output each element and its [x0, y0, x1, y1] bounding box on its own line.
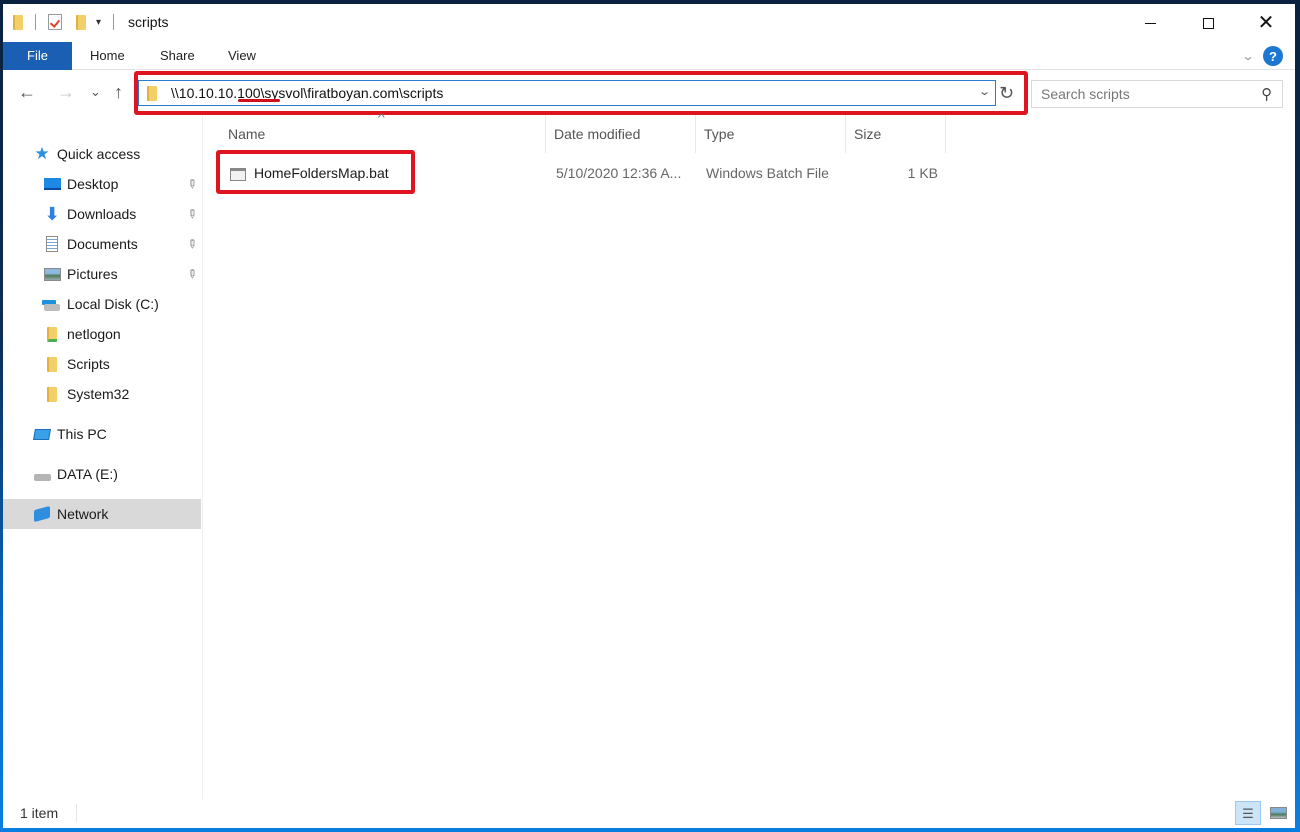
address-highlight-annotation — [134, 71, 1028, 115]
download-icon: ⬇ — [44, 203, 60, 224]
quick-access-toolbar: ▾ scripts — [13, 14, 168, 30]
search-placeholder: Search scripts — [1041, 86, 1130, 102]
large-icons-view-icon — [1269, 807, 1287, 819]
file-list-pane: ^ Name Date modified Type Size HomeFolde… — [204, 113, 1295, 799]
file-date-cell: 5/10/2020 12:36 A... — [556, 165, 682, 181]
network-icon — [33, 505, 51, 523]
star-icon: ★ — [34, 144, 50, 163]
sidebar-item-documents[interactable]: Documents ✎ — [3, 229, 201, 259]
file-size-cell: 1 KB — [907, 165, 938, 181]
pin-icon[interactable]: ✎ — [183, 265, 200, 282]
file-explorer-window: ▾ scripts ✕ File Home Share View ⌄ ? ← →… — [3, 4, 1295, 828]
close-button[interactable]: ✕ — [1237, 4, 1295, 42]
sidebar-item-label: Downloads — [67, 206, 137, 222]
tab-share[interactable]: Share — [160, 42, 195, 70]
back-button[interactable]: ← — [18, 83, 36, 101]
customize-toolbar-icon[interactable]: ▾ — [96, 17, 101, 28]
details-view-icon: ☰ — [1242, 805, 1254, 821]
sidebar-item-netlogon[interactable]: netlogon — [3, 319, 201, 349]
column-header-size[interactable]: Size — [846, 115, 946, 153]
details-view-button[interactable]: ☰ — [1235, 801, 1261, 825]
ribbon-right: ⌄ ? — [1241, 46, 1283, 66]
divider — [113, 14, 115, 30]
drive-icon — [33, 465, 51, 483]
sidebar-item-label: Desktop — [67, 176, 119, 192]
pin-icon[interactable]: ✎ — [183, 175, 200, 192]
file-highlight-annotation — [216, 150, 415, 194]
sidebar-item-downloads[interactable]: ⬇ Downloads ✎ — [3, 199, 201, 229]
tab-view[interactable]: View — [228, 42, 256, 70]
sidebar-item-label: DATA (E:) — [57, 466, 118, 482]
sidebar-item-quick-access[interactable]: ★ Quick access — [3, 139, 201, 169]
large-icons-view-button[interactable] — [1265, 801, 1291, 825]
status-bar: 1 item ☰ — [3, 799, 1295, 828]
window-controls: ✕ — [1121, 4, 1295, 42]
network-folder-icon — [43, 325, 61, 343]
column-header-date-modified[interactable]: Date modified — [546, 115, 696, 153]
sidebar-item-data-e[interactable]: DATA (E:) — [3, 459, 201, 489]
tab-home[interactable]: Home — [90, 42, 125, 70]
pictures-icon — [43, 265, 61, 283]
divider — [76, 804, 77, 822]
sidebar-item-label: Network — [57, 506, 109, 522]
refresh-button[interactable]: ↻ — [999, 83, 1014, 104]
properties-icon[interactable] — [48, 14, 62, 30]
sidebar-item-this-pc[interactable]: This PC — [3, 419, 201, 449]
sidebar-item-scripts[interactable]: Scripts — [3, 349, 201, 379]
column-header-name[interactable]: Name — [220, 115, 546, 153]
sidebar-item-pictures[interactable]: Pictures ✎ — [3, 259, 201, 289]
window-title: scripts — [128, 14, 169, 30]
folder-icon — [43, 355, 61, 373]
sidebar-item-label: Scripts — [67, 356, 110, 372]
document-icon — [43, 235, 61, 253]
column-header-type[interactable]: Type — [696, 115, 846, 153]
folder-icon — [43, 385, 61, 403]
sidebar-item-label: Quick access — [57, 146, 141, 162]
sidebar-item-label: System32 — [67, 386, 130, 402]
file-type-cell: Windows Batch File — [706, 165, 829, 181]
sidebar-item-label: Local Disk (C:) — [67, 296, 159, 312]
sidebar-item-desktop[interactable]: Desktop ✎ — [3, 169, 201, 199]
expand-ribbon-icon[interactable]: ⌄ — [1241, 49, 1255, 63]
minimize-button[interactable] — [1121, 4, 1179, 42]
recent-locations-button[interactable]: ⌄ — [90, 85, 101, 98]
sidebar-item-local-disk-c[interactable]: Local Disk (C:) — [3, 289, 201, 319]
navigation-pane: ★ Quick access Desktop ✎ ⬇ Downloads ✎ D… — [3, 115, 203, 799]
tab-file[interactable]: File — [3, 42, 72, 70]
folder-icon — [13, 14, 23, 30]
sidebar-item-label: netlogon — [67, 326, 121, 342]
drive-c-icon — [43, 295, 61, 313]
forward-button[interactable]: → — [57, 83, 75, 101]
maximize-icon — [1202, 17, 1214, 29]
navigation-bar: ← → ⌄ ↑ \\10.10.10.100\sysvol\firatboyan… — [3, 71, 1295, 115]
maximize-button[interactable] — [1179, 4, 1237, 42]
search-icon[interactable]: ⚲ — [1261, 85, 1272, 103]
divider — [35, 14, 36, 30]
minimize-icon — [1144, 22, 1156, 24]
sidebar-item-label: Pictures — [67, 266, 118, 282]
pin-icon[interactable]: ✎ — [183, 205, 200, 222]
computer-icon — [33, 425, 51, 443]
help-icon[interactable]: ? — [1263, 46, 1283, 66]
desktop-icon — [43, 175, 61, 193]
sidebar-item-label: Documents — [67, 236, 138, 252]
sidebar-item-network[interactable]: Network — [3, 499, 201, 529]
search-input[interactable]: Search scripts ⚲ — [1031, 80, 1283, 108]
sidebar-item-system32[interactable]: System32 — [3, 379, 201, 409]
item-count: 1 item — [20, 805, 59, 821]
close-icon: ✕ — [1257, 12, 1275, 34]
pin-icon[interactable]: ✎ — [183, 235, 200, 252]
title-bar: ▾ scripts ✕ — [3, 4, 1295, 42]
new-folder-icon[interactable] — [76, 14, 86, 30]
ribbon-tabs: File Home Share View ⌄ ? — [3, 42, 1295, 70]
up-button[interactable]: ↑ — [114, 83, 123, 101]
sidebar-item-label: This PC — [57, 426, 107, 442]
